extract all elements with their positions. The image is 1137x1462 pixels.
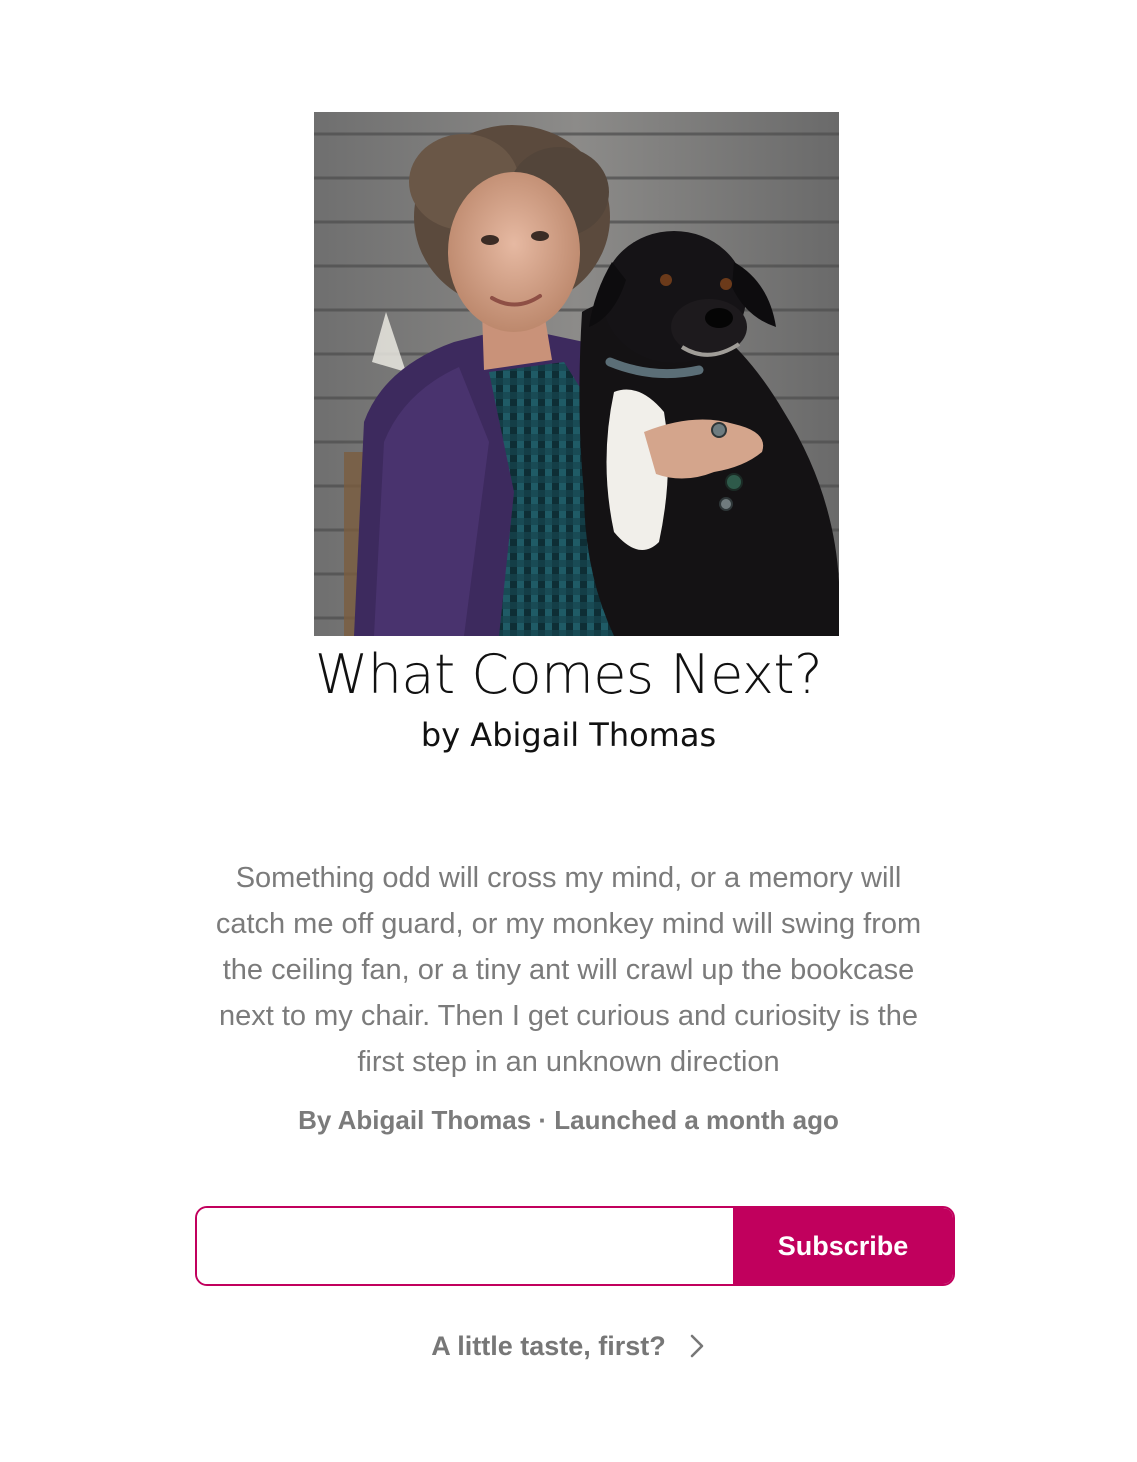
little-taste-label: A little taste, first? bbox=[431, 1331, 666, 1361]
publication-description: Something odd will cross my mind, or a m… bbox=[215, 862, 922, 1078]
author-launch-meta: By Abigail Thomas · Launched a month ago bbox=[298, 1105, 839, 1135]
subscribe-button[interactable]: Subscribe bbox=[733, 1208, 953, 1284]
publication-byline: by Abigail Thomas bbox=[420, 716, 717, 754]
subscribe-form: Subscribe bbox=[195, 1206, 955, 1286]
little-taste-link[interactable]: A little taste, first? bbox=[0, 1326, 1137, 1366]
publication-title: What Comes Next? bbox=[314, 643, 823, 706]
chevron-right-icon bbox=[688, 1333, 706, 1359]
publication-landing: What Comes Next? by Abigail Thomas Somet… bbox=[0, 0, 1137, 1462]
cover-portrait-illustration bbox=[314, 112, 839, 636]
cover-image bbox=[314, 112, 839, 636]
email-input[interactable] bbox=[197, 1208, 733, 1284]
